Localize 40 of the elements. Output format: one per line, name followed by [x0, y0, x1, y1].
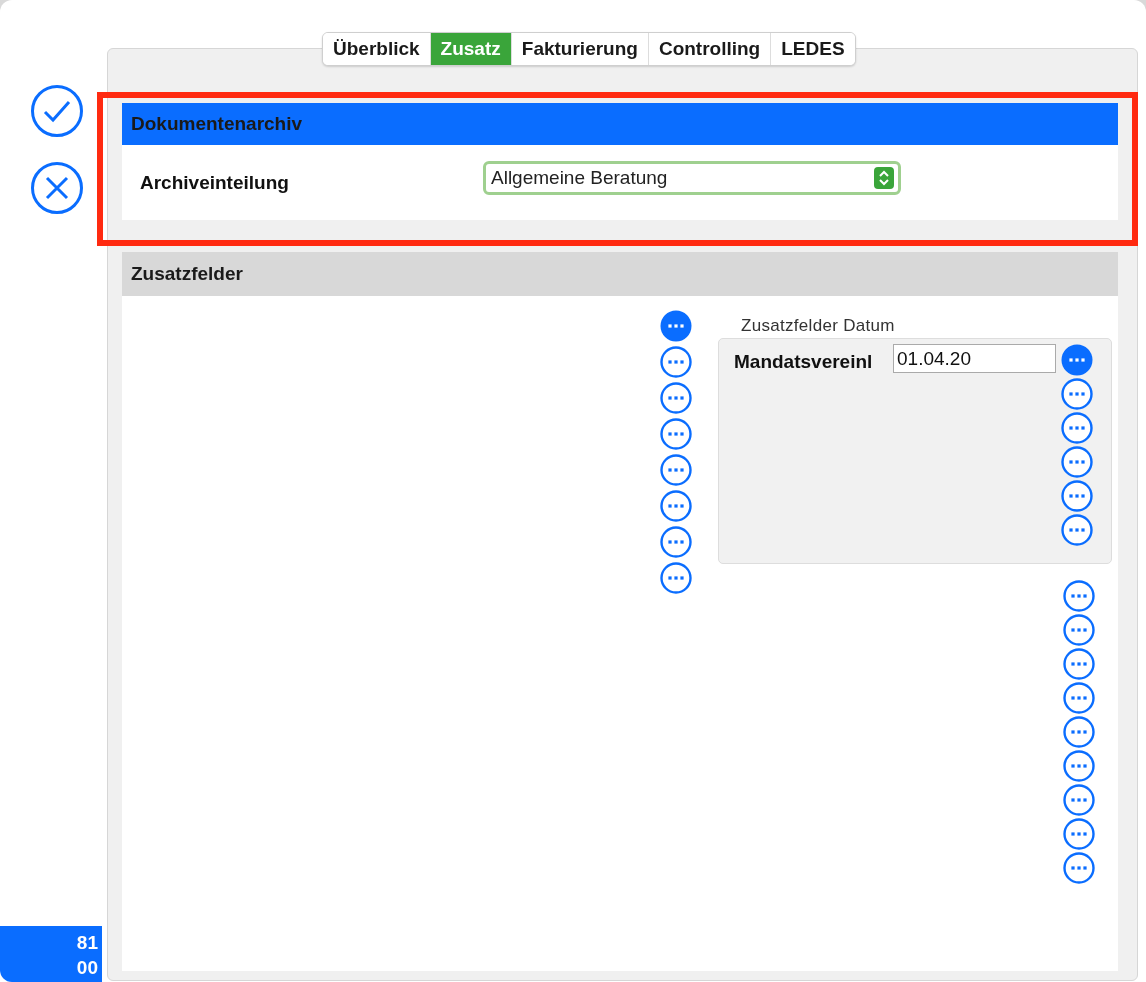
more-options-button[interactable] [660, 382, 692, 414]
more-options-button[interactable] [1061, 344, 1093, 376]
number-badge: 81 00 [0, 926, 102, 982]
more-options-button[interactable] [660, 526, 692, 558]
more-options-button[interactable] [1063, 818, 1095, 850]
more-options-button[interactable] [1063, 784, 1095, 816]
more-options-button[interactable] [1063, 682, 1095, 714]
section-header: Dokumentenarchiv [122, 103, 1118, 145]
more-options-button[interactable] [1063, 580, 1095, 612]
more-options-button[interactable] [660, 346, 692, 378]
more-options-button[interactable] [1061, 514, 1093, 546]
more-options-button[interactable] [660, 562, 692, 594]
more-options-button[interactable] [660, 310, 692, 342]
more-options-button[interactable] [1063, 614, 1095, 646]
more-options-button[interactable] [660, 454, 692, 486]
group-title: Zusatzfelder Datum [740, 315, 896, 337]
more-options-button[interactable] [1063, 716, 1095, 748]
more-options-button[interactable] [1061, 480, 1093, 512]
close-icon [30, 161, 84, 215]
more-options-button[interactable] [1061, 378, 1093, 410]
more-options-button[interactable] [660, 418, 692, 450]
section-header: Zusatzfelder [122, 252, 1118, 296]
tab[interactable]: Controlling [647, 33, 771, 65]
more-options-button[interactable] [1063, 648, 1095, 680]
more-options-button[interactable] [1063, 750, 1095, 782]
field-label: Mandatsvereinl [734, 351, 874, 374]
checkmark-icon [30, 84, 84, 138]
cancel-button[interactable] [30, 161, 84, 215]
more-options-button[interactable] [660, 490, 692, 522]
more-options-button[interactable] [1061, 446, 1093, 478]
tab[interactable]: Überblick [323, 33, 430, 65]
tab[interactable]: LEDES [770, 33, 855, 65]
field-label: Archiveinteilung [140, 171, 290, 194]
dropdown[interactable]: Allgemeine Beratung [483, 160, 901, 195]
confirm-button[interactable] [30, 84, 84, 138]
date-input-field[interactable]: 01.04.20 [893, 344, 1056, 373]
more-options-button[interactable] [1063, 852, 1095, 884]
tab[interactable]: Fakturierung [510, 33, 648, 65]
more-options-button[interactable] [1061, 412, 1093, 444]
stepper-icon [874, 166, 894, 189]
